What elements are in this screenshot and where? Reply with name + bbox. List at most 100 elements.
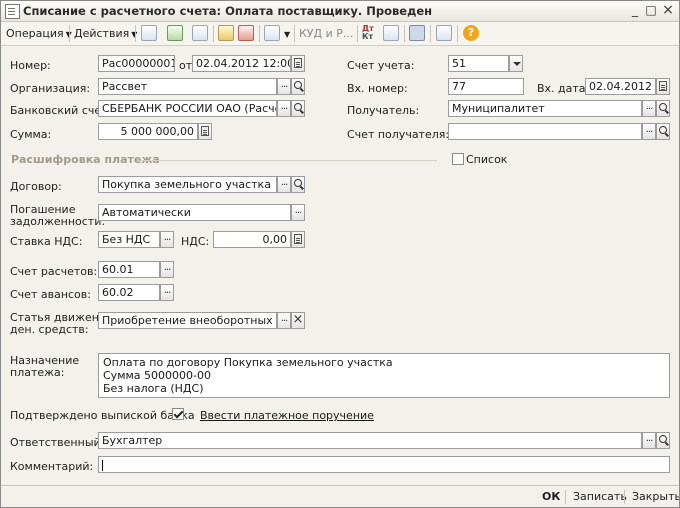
in-date-calendar-button[interactable] — [656, 78, 670, 95]
search-icon — [659, 126, 667, 134]
debt-repayment-field[interactable]: Автоматически — [98, 204, 291, 221]
in-date-field[interactable]: 02.04.2012 — [585, 78, 656, 95]
calendar-icon — [294, 58, 302, 68]
close-button[interactable]: Закрыть — [632, 489, 679, 505]
save-button[interactable]: Записать — [573, 489, 627, 505]
purpose-label-line2: платежа: — [10, 366, 65, 379]
recipient-open-button[interactable] — [656, 100, 670, 117]
title-bar: Списание с расчетного счета: Оплата пост… — [1, 1, 679, 22]
account-dropdown-button[interactable] — [509, 55, 523, 72]
post-and-close-icon[interactable] — [141, 25, 157, 41]
toolbar-separator — [357, 25, 358, 42]
report-icon[interactable] — [383, 25, 399, 41]
sum-calculator-button[interactable] — [198, 123, 212, 140]
comment-label: Комментарий: — [10, 460, 94, 473]
recipient-select-button[interactable]: ... — [642, 100, 656, 117]
debt-repayment-select-button[interactable]: ... — [291, 204, 305, 221]
vat-rate-select-button[interactable]: ... — [160, 231, 174, 248]
unpost-document-icon[interactable] — [238, 25, 254, 41]
calendar-icon — [659, 81, 667, 91]
section-divider — [141, 160, 437, 161]
contract-select-button[interactable]: ... — [277, 176, 291, 193]
list-checkbox[interactable] — [452, 153, 464, 165]
calculator-icon — [201, 126, 209, 136]
account-label: Счет учета: — [347, 59, 415, 72]
chevron-down-icon — [513, 62, 521, 66]
payment-breakdown-heading: Расшифровка платежа — [11, 153, 160, 166]
contract-open-button[interactable] — [291, 176, 305, 193]
toolbar-separator — [430, 25, 431, 42]
structure-icon[interactable] — [409, 25, 425, 41]
recipient-account-open-button[interactable] — [656, 123, 670, 140]
cashflow-item-field[interactable]: Приобретение внеоборотных активов — [98, 312, 277, 329]
bank-account-select-button[interactable]: ... — [277, 100, 291, 117]
responsible-field[interactable]: Бухгалтер — [98, 432, 642, 449]
date-calendar-button[interactable] — [291, 55, 305, 72]
help-icon[interactable]: ? — [463, 25, 479, 41]
calculator-icon — [294, 234, 302, 244]
recipient-account-label: Счет получателя: — [347, 128, 450, 141]
document-icon — [5, 4, 20, 19]
kud-menu[interactable]: КУД и Р... — [299, 27, 353, 40]
responsible-open-button[interactable] — [656, 432, 670, 449]
settlement-account-select-button[interactable]: ... — [160, 261, 174, 278]
bank-account-label: Банковский счет: — [10, 104, 112, 117]
create-based-on-icon[interactable] — [264, 25, 280, 41]
debt-label-line2: задолженности: — [10, 215, 106, 228]
footer-separator — [565, 490, 566, 504]
toolbar-separator — [259, 25, 260, 42]
vat-rate-field[interactable]: Без НДС — [98, 231, 160, 248]
contract-field[interactable]: Покупка земельного участка — [98, 176, 277, 193]
ok-button[interactable]: ОК — [542, 489, 560, 505]
contract-label: Договор: — [10, 180, 62, 193]
save-icon[interactable] — [167, 25, 183, 41]
kt-label: Кт — [362, 32, 374, 41]
vat-rate-label: Ставка НДС: — [10, 235, 83, 248]
list-icon[interactable] — [436, 25, 452, 41]
in-number-field[interactable]: 77 — [448, 78, 524, 95]
actions-menu[interactable]: Действия▼ — [74, 26, 137, 41]
recipient-field[interactable]: Муниципалитет — [448, 100, 642, 117]
bank-account-field[interactable]: СБЕРБАНК РОССИИ ОАО (Расчетный — [98, 100, 277, 117]
bank-confirmed-checkbox[interactable] — [172, 408, 184, 420]
date-label: от — [179, 59, 193, 72]
window-title: Списание с расчетного счета: Оплата пост… — [23, 4, 433, 18]
recipient-account-field[interactable] — [448, 123, 642, 140]
responsible-label: Ответственный: — [10, 436, 105, 449]
in-number-label: Вх. номер: — [347, 82, 408, 95]
maximize-button[interactable]: □ — [643, 3, 659, 18]
vat-calculator-button[interactable] — [291, 231, 305, 248]
toolbar: Операция▼ Действия▼ ▼ КУД и Р... ДтКт ? — [1, 22, 679, 46]
search-icon — [659, 103, 667, 111]
minimize-button[interactable]: _ — [627, 3, 643, 18]
sum-field[interactable]: 5 000 000,00 — [98, 123, 198, 140]
recipient-account-select-button[interactable]: ... — [642, 123, 656, 140]
recipient-label: Получатель: — [347, 104, 420, 117]
document-window: Списание с расчетного счета: Оплата пост… — [0, 0, 680, 508]
create-based-on-dropdown[interactable]: ▼ — [282, 26, 290, 41]
comment-field[interactable] — [98, 456, 670, 473]
cashflow-item-select-button[interactable]: ... — [277, 312, 291, 329]
settlement-account-field[interactable]: 60.01 — [98, 261, 160, 278]
cashflow-item-clear-button[interactable]: × — [291, 312, 305, 329]
organization-select-button[interactable]: ... — [277, 78, 291, 95]
post-document-icon[interactable] — [218, 25, 234, 41]
number-field[interactable]: Рас00000001 — [98, 55, 175, 72]
bank-account-open-button[interactable] — [291, 100, 305, 117]
bank-confirmed-label: Подтверждено выпиской банка — [10, 409, 195, 422]
responsible-select-button[interactable]: ... — [642, 432, 656, 449]
enter-payment-order-link[interactable]: Ввести платежное поручение — [200, 409, 374, 422]
vat-field[interactable]: 0,00 — [213, 231, 291, 248]
close-window-button[interactable]: × — [660, 3, 676, 18]
cashflow-label-line2: ден. средств: — [10, 323, 89, 336]
organization-field[interactable]: Рассвет — [98, 78, 277, 95]
dt-kt-icon[interactable]: Дт Кт — [362, 25, 374, 41]
refresh-icon[interactable] — [192, 25, 208, 41]
advance-account-select-button[interactable]: ... — [160, 284, 174, 301]
date-field[interactable]: 02.04.2012 12:00:01 — [192, 55, 291, 72]
account-field[interactable]: 51 — [448, 55, 509, 72]
advance-account-field[interactable]: 60.02 — [98, 284, 160, 301]
organization-open-button[interactable] — [291, 78, 305, 95]
operation-menu[interactable]: Операция▼ — [6, 26, 72, 41]
payment-purpose-textarea[interactable]: Оплата по договору Покупка земельного уч… — [98, 353, 670, 398]
